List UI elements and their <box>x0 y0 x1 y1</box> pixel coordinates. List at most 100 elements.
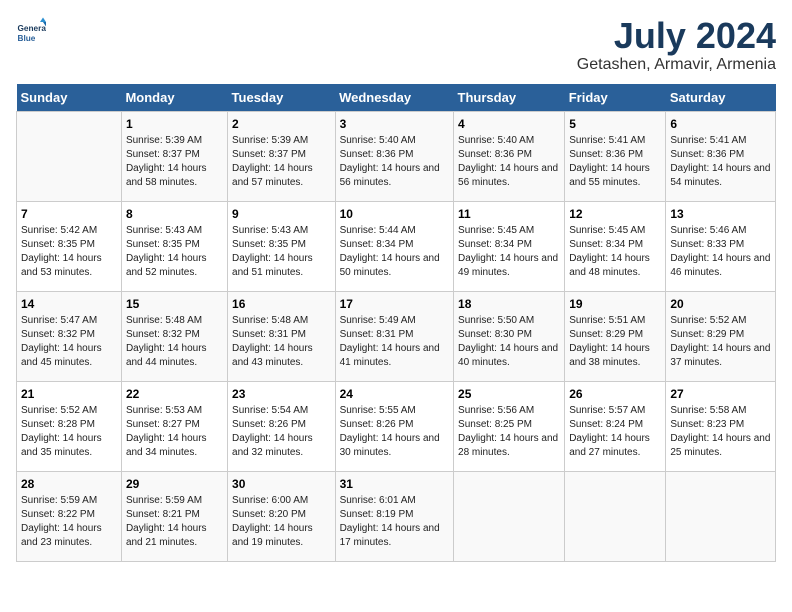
day-info: Sunrise: 5:41 AMSunset: 8:36 PMDaylight:… <box>569 134 661 190</box>
calendar-cell: 31Sunrise: 6:01 AMSunset: 8:19 PMDayligh… <box>335 471 453 561</box>
day-info: Sunrise: 5:53 AMSunset: 8:27 PMDaylight:… <box>126 404 223 460</box>
calendar-week-5: 28Sunrise: 5:59 AMSunset: 8:22 PMDayligh… <box>17 471 776 561</box>
logo-icon: General Blue <box>16 16 46 46</box>
day-info: Sunrise: 5:49 AMSunset: 8:31 PMDaylight:… <box>340 314 449 370</box>
calendar-cell <box>565 471 666 561</box>
day-info: Sunrise: 5:40 AMSunset: 8:36 PMDaylight:… <box>340 134 449 190</box>
day-info: Sunrise: 6:00 AMSunset: 8:20 PMDaylight:… <box>232 494 331 550</box>
calendar-cell: 20Sunrise: 5:52 AMSunset: 8:29 PMDayligh… <box>666 291 776 381</box>
day-info: Sunrise: 5:39 AMSunset: 8:37 PMDaylight:… <box>126 134 223 190</box>
day-number: 18 <box>458 296 560 313</box>
calendar-cell: 29Sunrise: 5:59 AMSunset: 8:21 PMDayligh… <box>121 471 227 561</box>
day-number: 25 <box>458 386 560 403</box>
calendar-cell: 14Sunrise: 5:47 AMSunset: 8:32 PMDayligh… <box>17 291 122 381</box>
calendar-week-3: 14Sunrise: 5:47 AMSunset: 8:32 PMDayligh… <box>17 291 776 381</box>
calendar-cell: 10Sunrise: 5:44 AMSunset: 8:34 PMDayligh… <box>335 201 453 291</box>
day-number: 3 <box>340 116 449 133</box>
calendar-cell: 16Sunrise: 5:48 AMSunset: 8:31 PMDayligh… <box>228 291 336 381</box>
calendar-cell: 7Sunrise: 5:42 AMSunset: 8:35 PMDaylight… <box>17 201 122 291</box>
day-info: Sunrise: 5:51 AMSunset: 8:29 PMDaylight:… <box>569 314 661 370</box>
calendar-cell: 3Sunrise: 5:40 AMSunset: 8:36 PMDaylight… <box>335 111 453 201</box>
day-number: 16 <box>232 296 331 313</box>
day-number: 31 <box>340 476 449 493</box>
day-info: Sunrise: 5:59 AMSunset: 8:22 PMDaylight:… <box>21 494 117 550</box>
day-info: Sunrise: 5:58 AMSunset: 8:23 PMDaylight:… <box>670 404 771 460</box>
day-info: Sunrise: 5:44 AMSunset: 8:34 PMDaylight:… <box>340 224 449 280</box>
calendar-cell: 26Sunrise: 5:57 AMSunset: 8:24 PMDayligh… <box>565 381 666 471</box>
day-info: Sunrise: 5:50 AMSunset: 8:30 PMDaylight:… <box>458 314 560 370</box>
calendar-cell: 21Sunrise: 5:52 AMSunset: 8:28 PMDayligh… <box>17 381 122 471</box>
day-info: Sunrise: 5:55 AMSunset: 8:26 PMDaylight:… <box>340 404 449 460</box>
subtitle: Getashen, Armavir, Armenia <box>577 56 776 74</box>
day-number: 11 <box>458 206 560 223</box>
header-day-wednesday: Wednesday <box>335 84 453 112</box>
header-day-thursday: Thursday <box>454 84 565 112</box>
header-day-tuesday: Tuesday <box>228 84 336 112</box>
day-info: Sunrise: 5:46 AMSunset: 8:33 PMDaylight:… <box>670 224 771 280</box>
day-number: 20 <box>670 296 771 313</box>
svg-text:Blue: Blue <box>18 34 36 43</box>
day-info: Sunrise: 5:56 AMSunset: 8:25 PMDaylight:… <box>458 404 560 460</box>
calendar-cell: 1Sunrise: 5:39 AMSunset: 8:37 PMDaylight… <box>121 111 227 201</box>
svg-text:General: General <box>18 24 47 33</box>
calendar-cell <box>17 111 122 201</box>
day-info: Sunrise: 6:01 AMSunset: 8:19 PMDaylight:… <box>340 494 449 550</box>
day-info: Sunrise: 5:52 AMSunset: 8:29 PMDaylight:… <box>670 314 771 370</box>
calendar-cell: 18Sunrise: 5:50 AMSunset: 8:30 PMDayligh… <box>454 291 565 381</box>
calendar-header-row: SundayMondayTuesdayWednesdayThursdayFrid… <box>17 84 776 112</box>
day-number: 7 <box>21 206 117 223</box>
day-number: 23 <box>232 386 331 403</box>
calendar-week-4: 21Sunrise: 5:52 AMSunset: 8:28 PMDayligh… <box>17 381 776 471</box>
day-number: 5 <box>569 116 661 133</box>
calendar-cell <box>666 471 776 561</box>
day-number: 1 <box>126 116 223 133</box>
calendar-cell: 5Sunrise: 5:41 AMSunset: 8:36 PMDaylight… <box>565 111 666 201</box>
day-info: Sunrise: 5:40 AMSunset: 8:36 PMDaylight:… <box>458 134 560 190</box>
header-day-monday: Monday <box>121 84 227 112</box>
calendar-table: SundayMondayTuesdayWednesdayThursdayFrid… <box>16 84 776 562</box>
calendar-cell: 12Sunrise: 5:45 AMSunset: 8:34 PMDayligh… <box>565 201 666 291</box>
day-number: 13 <box>670 206 771 223</box>
calendar-cell: 19Sunrise: 5:51 AMSunset: 8:29 PMDayligh… <box>565 291 666 381</box>
day-number: 28 <box>21 476 117 493</box>
day-info: Sunrise: 5:45 AMSunset: 8:34 PMDaylight:… <box>569 224 661 280</box>
day-info: Sunrise: 5:48 AMSunset: 8:31 PMDaylight:… <box>232 314 331 370</box>
calendar-cell: 30Sunrise: 6:00 AMSunset: 8:20 PMDayligh… <box>228 471 336 561</box>
logo: General Blue <box>16 16 46 46</box>
day-number: 2 <box>232 116 331 133</box>
day-number: 8 <box>126 206 223 223</box>
calendar-cell: 15Sunrise: 5:48 AMSunset: 8:32 PMDayligh… <box>121 291 227 381</box>
main-title: July 2024 <box>577 16 776 56</box>
title-area: July 2024 Getashen, Armavir, Armenia <box>577 16 776 74</box>
day-info: Sunrise: 5:52 AMSunset: 8:28 PMDaylight:… <box>21 404 117 460</box>
calendar-cell: 4Sunrise: 5:40 AMSunset: 8:36 PMDaylight… <box>454 111 565 201</box>
day-info: Sunrise: 5:48 AMSunset: 8:32 PMDaylight:… <box>126 314 223 370</box>
day-number: 21 <box>21 386 117 403</box>
day-info: Sunrise: 5:43 AMSunset: 8:35 PMDaylight:… <box>126 224 223 280</box>
day-info: Sunrise: 5:43 AMSunset: 8:35 PMDaylight:… <box>232 224 331 280</box>
calendar-cell: 27Sunrise: 5:58 AMSunset: 8:23 PMDayligh… <box>666 381 776 471</box>
day-number: 30 <box>232 476 331 493</box>
day-number: 9 <box>232 206 331 223</box>
day-number: 26 <box>569 386 661 403</box>
calendar-week-2: 7Sunrise: 5:42 AMSunset: 8:35 PMDaylight… <box>17 201 776 291</box>
day-info: Sunrise: 5:57 AMSunset: 8:24 PMDaylight:… <box>569 404 661 460</box>
day-number: 6 <box>670 116 771 133</box>
calendar-week-1: 1Sunrise: 5:39 AMSunset: 8:37 PMDaylight… <box>17 111 776 201</box>
header: General Blue July 2024 Getashen, Armavir… <box>16 16 776 74</box>
day-number: 29 <box>126 476 223 493</box>
day-number: 24 <box>340 386 449 403</box>
header-day-friday: Friday <box>565 84 666 112</box>
calendar-cell: 13Sunrise: 5:46 AMSunset: 8:33 PMDayligh… <box>666 201 776 291</box>
day-number: 4 <box>458 116 560 133</box>
header-day-sunday: Sunday <box>17 84 122 112</box>
calendar-cell: 24Sunrise: 5:55 AMSunset: 8:26 PMDayligh… <box>335 381 453 471</box>
day-info: Sunrise: 5:47 AMSunset: 8:32 PMDaylight:… <box>21 314 117 370</box>
day-info: Sunrise: 5:42 AMSunset: 8:35 PMDaylight:… <box>21 224 117 280</box>
day-number: 22 <box>126 386 223 403</box>
calendar-cell: 28Sunrise: 5:59 AMSunset: 8:22 PMDayligh… <box>17 471 122 561</box>
calendar-cell: 17Sunrise: 5:49 AMSunset: 8:31 PMDayligh… <box>335 291 453 381</box>
calendar-cell: 22Sunrise: 5:53 AMSunset: 8:27 PMDayligh… <box>121 381 227 471</box>
day-info: Sunrise: 5:45 AMSunset: 8:34 PMDaylight:… <box>458 224 560 280</box>
calendar-cell: 8Sunrise: 5:43 AMSunset: 8:35 PMDaylight… <box>121 201 227 291</box>
